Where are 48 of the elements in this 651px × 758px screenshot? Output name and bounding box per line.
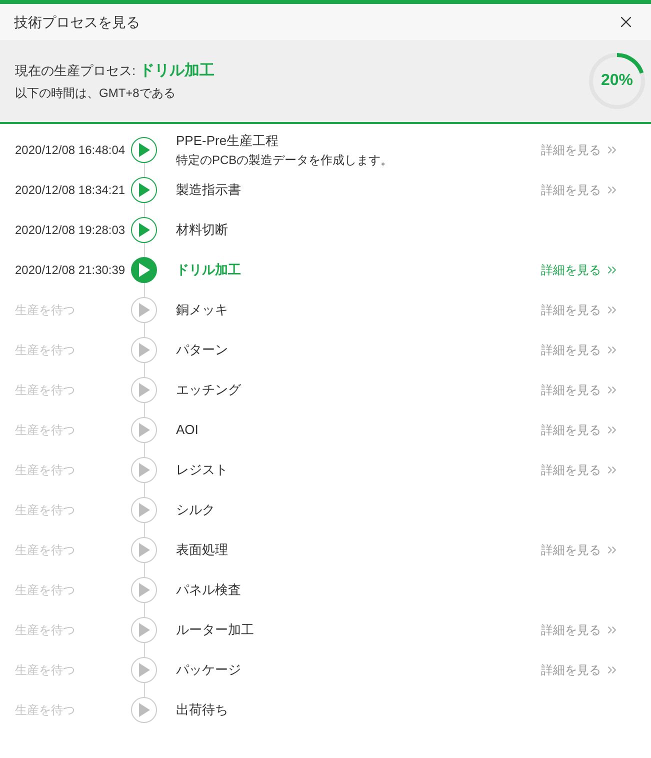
step-name: パターン bbox=[176, 341, 229, 360]
details-link[interactable]: 詳細を見る bbox=[541, 661, 619, 679]
details-link[interactable]: 詳細を見る bbox=[541, 261, 619, 279]
waiting-status: 生産を待つ bbox=[15, 502, 75, 519]
timezone-note: 以下の時間は、GMT+8である bbox=[15, 85, 176, 102]
waiting-status: 生産を待つ bbox=[15, 622, 75, 639]
step-name: シルク bbox=[176, 501, 216, 520]
details-link[interactable]: 詳細を見る bbox=[541, 461, 619, 479]
waiting-status: 生産を待つ bbox=[15, 462, 75, 479]
current-process-label: 現在の生産プロセス: bbox=[15, 62, 136, 80]
step-name: レジスト bbox=[176, 461, 229, 480]
step-name: PPE-Pre生産工程 bbox=[176, 132, 280, 150]
step-name: パネル検査 bbox=[176, 581, 242, 600]
step-name: ドリル加工 bbox=[176, 261, 242, 280]
details-link[interactable]: 詳細を見る bbox=[541, 301, 619, 319]
details-link[interactable]: 詳細を見る bbox=[541, 621, 619, 639]
timestamp: 2020/12/08 16:48:04 bbox=[15, 142, 126, 159]
step-name: 製造指示書 bbox=[176, 181, 242, 200]
waiting-status: 生産を待つ bbox=[15, 702, 75, 719]
window-title: 技術プロセスを見る bbox=[14, 12, 140, 32]
details-link[interactable]: 詳細を見る bbox=[541, 541, 619, 559]
timestamp: 2020/12/08 19:28:03 bbox=[15, 222, 126, 239]
details-link[interactable]: 詳細を見る bbox=[541, 421, 619, 439]
waiting-status: 生産を待つ bbox=[15, 342, 75, 359]
waiting-status: 生産を待つ bbox=[15, 382, 75, 399]
progress-ring bbox=[587, 51, 647, 111]
step-name: ルーター加工 bbox=[176, 621, 255, 640]
current-process-value: ドリル加工 bbox=[140, 60, 215, 81]
waiting-status: 生産を待つ bbox=[15, 582, 75, 599]
progress-percent: 20% bbox=[600, 73, 634, 89]
waiting-status: 生産を待つ bbox=[15, 422, 75, 439]
waiting-status: 生産を待つ bbox=[15, 302, 75, 319]
details-link[interactable]: 詳細を見る bbox=[541, 141, 619, 159]
step-name: 材料切断 bbox=[176, 221, 229, 240]
step-name: エッチング bbox=[176, 381, 242, 400]
step-name: 表面処理 bbox=[176, 541, 229, 560]
step-description: 特定のPCBの製造データを作成します。 bbox=[176, 152, 394, 169]
step-name: 出荷待ち bbox=[176, 701, 229, 720]
step-name: 銅メッキ bbox=[176, 301, 229, 320]
details-link[interactable]: 詳細を見る bbox=[541, 381, 619, 399]
step-name: AOI bbox=[176, 421, 200, 440]
details-link[interactable]: 詳細を見る bbox=[541, 181, 619, 199]
waiting-status: 生産を待つ bbox=[15, 662, 75, 679]
step-name: パッケージ bbox=[176, 661, 242, 680]
timestamp: 2020/12/08 21:30:39 bbox=[15, 262, 126, 279]
waiting-status: 生産を待つ bbox=[15, 542, 75, 559]
details-link[interactable]: 詳細を見る bbox=[541, 341, 619, 359]
timestamp: 2020/12/08 18:34:21 bbox=[15, 182, 126, 199]
